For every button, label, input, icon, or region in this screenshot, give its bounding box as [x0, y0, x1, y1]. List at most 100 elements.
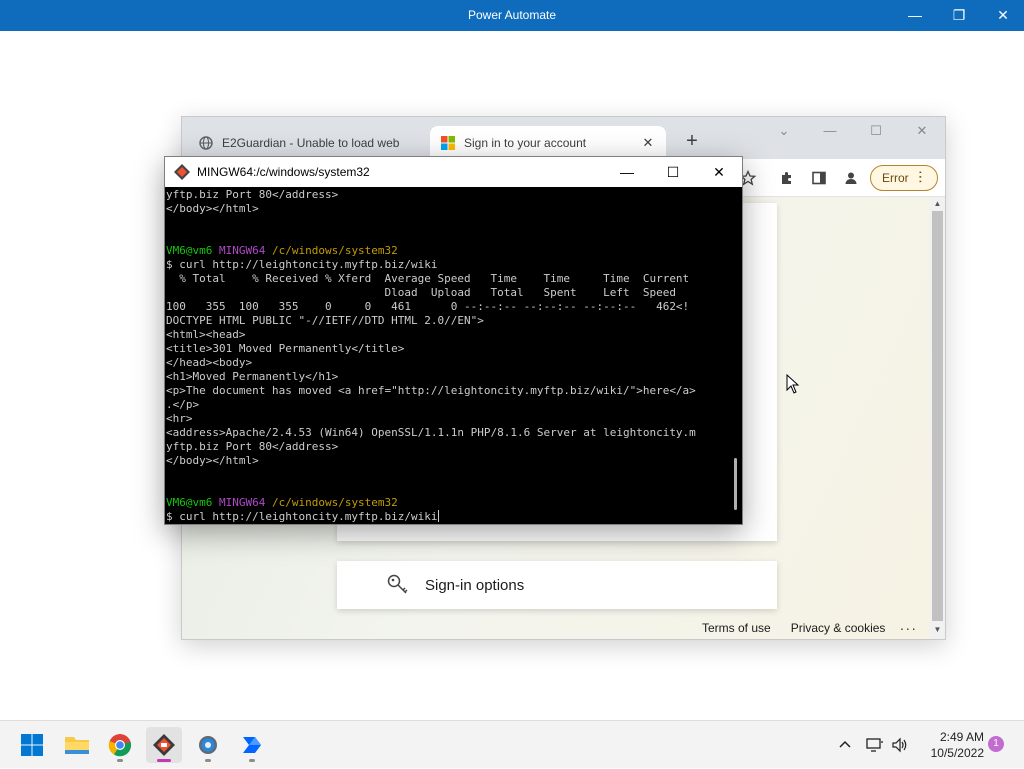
terminal-title: MINGW64:/c/windows/system32 [197, 165, 370, 179]
side-panel-icon[interactable] [809, 168, 829, 188]
terminal-text: $ curl http://leightoncity.myftp.biz/wik… [166, 258, 438, 271]
browser-menu-icon[interactable]: ⋯ [913, 170, 929, 184]
settings-button[interactable] [190, 727, 226, 763]
app-restore-button[interactable]: ❐ [936, 4, 982, 26]
terminal-scroll-thumb[interactable] [734, 458, 737, 510]
scroll-down-icon[interactable]: ▼ [932, 625, 943, 635]
browser-minimize-button[interactable]: — [807, 123, 853, 139]
privacy-link[interactable]: Privacy & cookies [791, 621, 886, 635]
terminal-line: <html><head> [166, 328, 728, 342]
terminal-line: <address>Apache/2.4.53 (Win64) OpenSSL/1… [166, 426, 728, 440]
clock-date: 10/5/2022 [930, 746, 984, 760]
terminal-line: VM6@vm6 MINGW64 /c/windows/system32 [166, 496, 728, 510]
microsoft-logo-icon [440, 135, 456, 151]
terminal-window-controls: — ☐ ✕ [604, 157, 742, 187]
git-bash-icon [173, 163, 191, 181]
git-bash-button[interactable] [146, 727, 182, 763]
app-title: Power Automate [467, 8, 557, 22]
tab-e2guardian[interactable]: E2Guardian - Unable to load web [198, 126, 424, 159]
terminal-scrollbar[interactable] [729, 188, 742, 524]
running-indicator [117, 759, 123, 762]
browser-tab-search-icon[interactable]: ⌄ [761, 123, 807, 139]
gear-icon [199, 736, 217, 754]
tab-label: Sign in to your account [464, 135, 587, 150]
app-close-button[interactable]: ✕ [980, 4, 1024, 26]
signin-options-label: Sign-in options [425, 576, 525, 594]
terminal-titlebar: MINGW64:/c/windows/system32 — ☐ ✕ [165, 157, 742, 187]
terminal-text: % Total % Received % Xferd Average Speed… [166, 272, 690, 285]
start-button[interactable] [14, 727, 50, 763]
terminal-line: Dload Upload Total Spent Left Speed [166, 286, 728, 300]
terminal-text: MINGW64 [218, 496, 272, 509]
terminal-command-text: $ curl http://leightoncity.myftp.biz/wik… [166, 510, 438, 523]
terminal-text: </body></html> [166, 202, 259, 215]
terminal-text: <p>The document has moved <a href="http:… [166, 384, 696, 397]
chrome-button[interactable] [102, 727, 138, 763]
power-automate-icon [243, 737, 261, 753]
terminal-window[interactable]: MINGW64:/c/windows/system32 — ☐ ✕ yftp.b… [164, 156, 743, 525]
running-indicator [249, 759, 255, 762]
running-indicator [205, 759, 211, 762]
globe-icon [198, 135, 214, 151]
tray-overflow-button[interactable] [838, 721, 852, 769]
terminal-text: <h1>Moved Permanently</h1> [166, 370, 339, 383]
network-icon[interactable] [866, 721, 884, 769]
terminal-line: yftp.biz Port 80</address> [166, 188, 728, 202]
footer-more-button[interactable]: ... [900, 617, 918, 633]
terminal-text: .</p> [166, 398, 200, 411]
terminal-line: .</p> [166, 398, 728, 412]
terminal-text: </body></html> [166, 454, 259, 467]
app-minimize-button[interactable]: — [892, 4, 938, 26]
tab-close-icon[interactable]: ✕ [640, 135, 656, 151]
profile-avatar-icon[interactable] [841, 168, 861, 188]
file-explorer-button[interactable] [59, 727, 95, 763]
text-cursor [437, 510, 439, 522]
terminal-text: yftp.biz Port 80</address> [166, 440, 339, 453]
error-label: Error [882, 171, 909, 185]
terminal-maximize-button[interactable]: ☐ [650, 157, 696, 187]
terminal-command-line[interactable]: $ curl http://leightoncity.myftp.biz/wik… [166, 510, 728, 524]
scroll-thumb[interactable] [932, 211, 943, 621]
power-automate-button[interactable] [234, 727, 270, 763]
chrome-icon [108, 734, 132, 757]
terms-of-use-link[interactable]: Terms of use [702, 621, 771, 635]
browser-close-button[interactable]: ✕ [899, 123, 945, 139]
terminal-text: 100 355 100 355 0 0 461 0 --:--:-- --:--… [166, 300, 690, 313]
extensions-puzzle-icon[interactable] [777, 168, 797, 188]
tab-sign-in[interactable]: Sign in to your account ✕ [430, 126, 666, 159]
app-titlebar: Power Automate — ❐ ✕ [0, 0, 1024, 31]
terminal-text: Dload Upload Total Spent Left Speed [166, 286, 676, 299]
page-scrollbar[interactable]: ▲ ▼ [930, 197, 945, 639]
terminal-text: VM6@vm6 [166, 244, 219, 257]
folder-icon [65, 737, 89, 754]
mouse-pointer-icon [786, 374, 800, 394]
chevron-up-icon [839, 740, 851, 748]
terminal-text: </head><body> [166, 356, 253, 369]
terminal-line: $ curl http://leightoncity.myftp.biz/wik… [166, 258, 728, 272]
profile-error-button[interactable]: Error ⋯ [870, 165, 938, 191]
terminal-output[interactable]: yftp.biz Port 80</address> </body></html>… [166, 188, 728, 524]
notification-badge[interactable]: 1 [988, 736, 1004, 752]
terminal-line: </head><body> [166, 356, 728, 370]
terminal-line: % Total % Received % Xferd Average Speed… [166, 272, 728, 286]
volume-icon[interactable] [891, 721, 909, 769]
taskbar-clock[interactable]: 2:49 AM 10/5/2022 [918, 729, 984, 761]
windows-logo-icon [21, 734, 43, 756]
terminal-text: MINGW64 [218, 244, 272, 257]
terminal-line: <hr> [166, 412, 728, 426]
browser-maximize-button[interactable]: ☐ [853, 123, 899, 139]
terminal-close-button[interactable]: ✕ [696, 157, 742, 187]
page-footer: Terms of use Privacy & cookies [702, 621, 885, 635]
terminal-line: <p>The document has moved <a href="http:… [166, 384, 728, 398]
terminal-text: /c/windows/system32 [271, 496, 398, 509]
new-tab-button[interactable]: + [682, 131, 702, 151]
scroll-up-icon[interactable]: ▲ [932, 199, 943, 209]
terminal-minimize-button[interactable]: — [604, 157, 650, 187]
terminal-line: 100 355 100 355 0 0 461 0 --:--:-- --:--… [166, 300, 728, 314]
browser-tabstrip: E2Guardian - Unable to load web Sign in … [182, 117, 945, 159]
terminal-text: <title>301 Moved Permanently</title> [166, 342, 405, 355]
signin-options-button[interactable]: Sign-in options [337, 561, 777, 609]
